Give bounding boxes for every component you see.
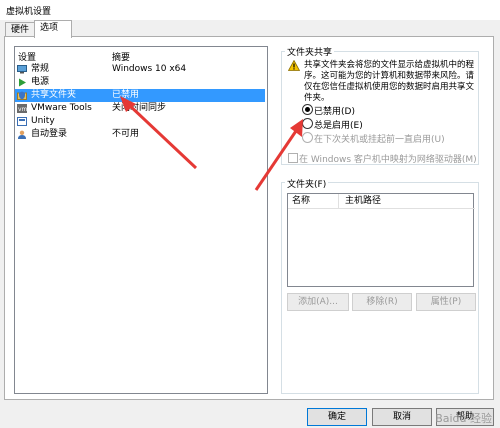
settings-row-name: Unity bbox=[31, 116, 55, 126]
vm-icon: vm bbox=[17, 104, 27, 113]
unity-icon bbox=[17, 117, 27, 126]
remove-folder-button[interactable]: 移除(R) bbox=[352, 293, 412, 311]
settings-row-name: VMware Tools bbox=[31, 103, 92, 113]
user-icon bbox=[18, 130, 26, 139]
settings-row-summary: 已禁用 bbox=[112, 90, 140, 100]
folders-table: 名称 主机路径 bbox=[287, 193, 475, 287]
settings-row-shared-folders[interactable]: 共享文件夹 已禁用 bbox=[15, 89, 265, 102]
settings-row-name: 电源 bbox=[31, 77, 50, 87]
settings-row-name: 自动登录 bbox=[31, 129, 68, 139]
add-folder-button[interactable]: 添加(A)... bbox=[287, 293, 349, 311]
svg-text:vm: vm bbox=[18, 106, 27, 113]
settings-row-power[interactable]: 电源 bbox=[15, 76, 265, 89]
folder-sharing-legend: 文件夹共享 bbox=[285, 45, 335, 58]
radio-until-poweroff-label: 在下次关机或挂起前一直启用(U) bbox=[314, 135, 445, 145]
settings-row-name: 常规 bbox=[31, 64, 50, 74]
cancel-button[interactable]: 取消 bbox=[372, 408, 432, 426]
settings-row-summary: 关闭时间同步 bbox=[112, 103, 167, 113]
map-network-drive-label: 在 Windows 客户机中映射为网络驱动器(M) bbox=[299, 155, 477, 165]
column-header-setting: 设置 bbox=[18, 53, 37, 63]
settings-row-unity[interactable]: Unity bbox=[15, 115, 265, 128]
tab-options[interactable]: 选项 bbox=[34, 20, 72, 38]
title-bar bbox=[0, 0, 500, 20]
map-network-drive-checkbox[interactable] bbox=[288, 153, 298, 163]
shield-folder-icon bbox=[17, 91, 27, 100]
settings-row-summary: Windows 10 x64 bbox=[112, 64, 187, 74]
radio-disabled-label: 已禁用(D) bbox=[314, 107, 355, 117]
folders-legend: 文件夹(F) bbox=[285, 177, 329, 190]
watermark: Baidu 经验 bbox=[435, 412, 492, 425]
column-header-name[interactable]: 名称 bbox=[288, 194, 339, 209]
warning-icon bbox=[288, 60, 300, 71]
radio-always-enabled-label: 总是启用(E) bbox=[314, 121, 363, 131]
settings-row-general[interactable]: 常规 Windows 10 x64 bbox=[15, 63, 265, 76]
radio-disabled[interactable] bbox=[302, 104, 313, 115]
monitor-icon bbox=[17, 65, 27, 74]
settings-row-summary: 不可用 bbox=[112, 129, 140, 139]
play-icon bbox=[19, 78, 26, 87]
radio-until-poweroff[interactable] bbox=[302, 132, 313, 143]
folder-properties-button[interactable]: 属性(P) bbox=[416, 293, 476, 311]
settings-row-vmware-tools[interactable]: vm VMware Tools 关闭时间同步 bbox=[15, 102, 265, 115]
window-title: 虚拟机设置 bbox=[6, 7, 52, 17]
warning-text: 共享文件夹会将您的文件显示给虚拟机中的程序。这可能为您的计算机和数据带来风险。请… bbox=[304, 60, 475, 103]
column-header-summary: 摘要 bbox=[112, 53, 131, 63]
settings-row-name: 共享文件夹 bbox=[31, 90, 77, 100]
settings-row-autologin[interactable]: 自动登录 不可用 bbox=[15, 128, 265, 141]
radio-always-enabled[interactable] bbox=[302, 118, 313, 129]
ok-button[interactable]: 确定 bbox=[307, 408, 367, 426]
column-header-host-path[interactable]: 主机路径 bbox=[339, 194, 475, 209]
